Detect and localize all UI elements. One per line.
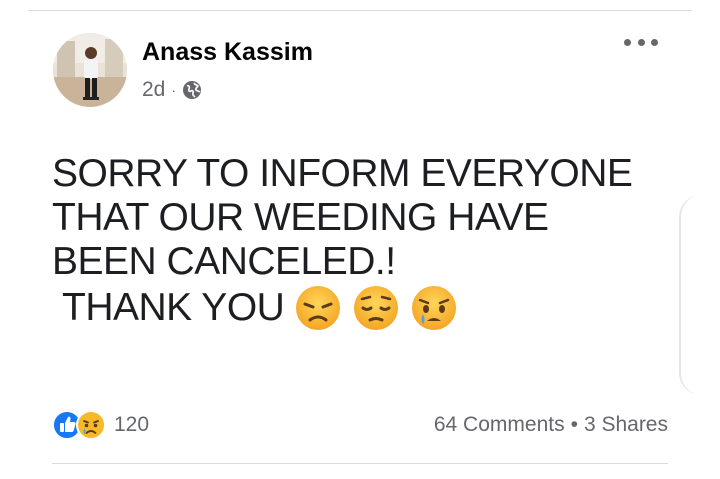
sad-icon [76,410,106,440]
post-stats: 64 Comments • 3 Shares [434,413,668,437]
reaction-count: 120 [114,413,150,436]
post-text-line: THAT OUR WEEDING HAVE [52,196,549,239]
top-divider [28,10,692,11]
comments-count-link[interactable]: 64 Comments [434,413,565,437]
post-text-last-line: THANK YOU [52,284,677,332]
pensive-face-emoji-icon [354,286,399,330]
globe-icon[interactable] [182,80,202,100]
more-dot [637,38,645,46]
more-dot [624,38,631,46]
more-options-icon[interactable] [624,30,658,54]
post-time[interactable]: 2d [142,78,165,102]
side-panel-edge [679,195,720,395]
meta-separator: · [171,82,177,98]
avatar-photo [53,33,127,107]
avatar[interactable] [53,33,127,107]
post-text-line: BEEN CANCELED.! [52,240,396,283]
post-text-line: SORRY TO INFORM EVERYONE [52,152,633,195]
reactions-summary[interactable]: 120 [52,410,149,440]
post-meta: 2d · [142,78,202,102]
stats-separator: • [570,413,578,436]
disappointed-face-emoji-icon [296,286,341,330]
author-name[interactable]: Anass Kassim [142,38,313,67]
shares-count-link[interactable]: 3 Shares [584,413,668,437]
post-text: SORRY TO INFORM EVERYONE THAT OUR WEEDIN… [52,152,677,332]
facebook-post: Anass Kassim 2d · SORRY TO INFORM EVERYO… [0,0,720,479]
bottom-divider [52,463,668,464]
crying-face-emoji-icon [412,286,457,330]
post-text-line: THANK YOU [62,286,285,329]
more-dot [651,38,658,46]
